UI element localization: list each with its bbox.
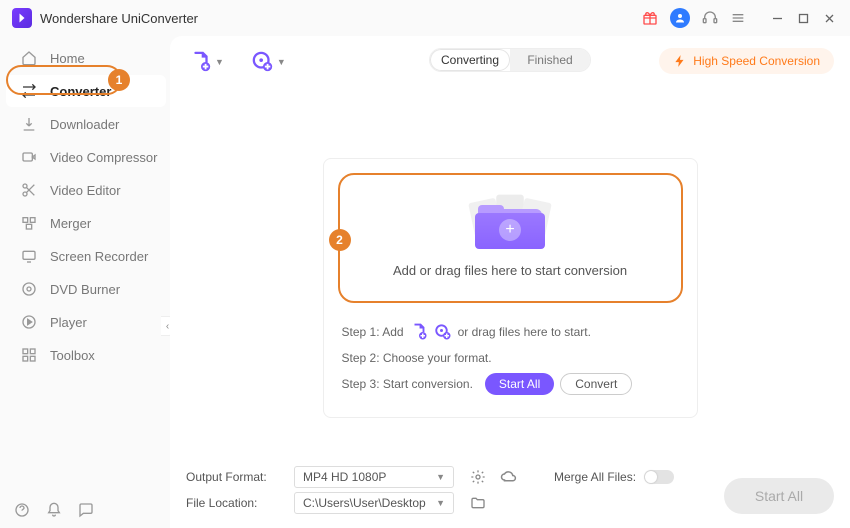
sidebar-item-label: Home bbox=[50, 51, 85, 66]
sidebar-item-player[interactable]: Player bbox=[0, 306, 170, 338]
window-maximize[interactable] bbox=[798, 13, 812, 24]
sidebar-item-label: Converter bbox=[50, 84, 111, 99]
chevron-down-icon: ▼ bbox=[436, 472, 445, 482]
drop-area[interactable]: 2 + Add or drag files here to start conv… bbox=[338, 173, 683, 303]
step2-text: Step 2: Choose your format. bbox=[342, 347, 492, 369]
sidebar-item-merger[interactable]: Merger bbox=[0, 207, 170, 239]
sidebar-item-toolbox[interactable]: Toolbox bbox=[0, 339, 170, 371]
sidebar-item-label: DVD Burner bbox=[50, 282, 120, 297]
chevron-down-icon: ▼ bbox=[215, 57, 224, 67]
compressor-icon bbox=[20, 148, 38, 166]
step3-text: Step 3: Start conversion. bbox=[342, 373, 473, 395]
tab-converting[interactable]: Converting bbox=[430, 49, 510, 71]
toolbox-icon bbox=[20, 346, 38, 364]
sidebar-item-label: Video Compressor bbox=[50, 150, 157, 165]
sidebar-item-label: Screen Recorder bbox=[50, 249, 148, 264]
chevron-down-icon: ▼ bbox=[277, 57, 286, 67]
gift-icon[interactable] bbox=[642, 10, 658, 26]
menu-icon[interactable] bbox=[730, 10, 746, 26]
app-logo bbox=[12, 8, 32, 28]
file-location-select[interactable]: C:\Users\User\Desktop ▼ bbox=[294, 492, 454, 514]
merger-icon bbox=[20, 214, 38, 232]
sidebar-item-label: Downloader bbox=[50, 117, 119, 132]
add-dvd-small-icon bbox=[434, 323, 452, 341]
footer-icons bbox=[14, 502, 94, 518]
merge-all-label: Merge All Files: bbox=[554, 470, 636, 484]
toolbar: ▼ ▼ Converting Finished High Speed Conve… bbox=[170, 36, 850, 88]
start-all-button[interactable]: Start All bbox=[724, 478, 834, 514]
sidebar-item-home[interactable]: Home bbox=[0, 42, 170, 74]
output-format-label: Output Format: bbox=[186, 470, 286, 484]
lightning-icon bbox=[673, 54, 687, 68]
support-icon[interactable] bbox=[702, 10, 718, 26]
output-format-select[interactable]: MP4 HD 1080P ▼ bbox=[294, 466, 454, 488]
feedback-icon[interactable] bbox=[78, 502, 94, 518]
status-tabs: Converting Finished bbox=[429, 48, 591, 72]
step1-prefix: Step 1: Add bbox=[342, 321, 404, 343]
add-file-button[interactable]: ▼ bbox=[186, 47, 228, 77]
scissors-icon bbox=[20, 181, 38, 199]
play-icon bbox=[20, 313, 38, 331]
settings-small-icon[interactable] bbox=[470, 469, 486, 485]
tab-finished[interactable]: Finished bbox=[510, 49, 590, 71]
help-icon[interactable] bbox=[14, 502, 30, 518]
sidebar-item-screen-recorder[interactable]: Screen Recorder bbox=[0, 240, 170, 272]
sidebar-item-dvd-burner[interactable]: DVD Burner bbox=[0, 273, 170, 305]
disc-icon bbox=[20, 280, 38, 298]
content-area: ▼ ▼ Converting Finished High Speed Conve… bbox=[170, 36, 850, 528]
start-all-small-button[interactable]: Start All bbox=[485, 373, 554, 395]
sidebar-item-video-editor[interactable]: Video Editor bbox=[0, 174, 170, 206]
chevron-down-icon: ▼ bbox=[436, 498, 445, 508]
sidebar-item-downloader[interactable]: Downloader bbox=[0, 108, 170, 140]
sidebar-item-converter[interactable]: Converter bbox=[6, 75, 166, 107]
sidebar-item-label: Player bbox=[50, 315, 87, 330]
app-title: Wondershare UniConverter bbox=[40, 11, 198, 26]
sidebar-item-video-compressor[interactable]: Video Compressor bbox=[0, 141, 170, 173]
sidebar: Home Converter Downloader Video Compress… bbox=[0, 36, 170, 528]
convert-small-button[interactable]: Convert bbox=[560, 373, 632, 395]
window-minimize[interactable] bbox=[772, 13, 786, 24]
window-close[interactable] bbox=[824, 13, 838, 24]
sidebar-item-label: Video Editor bbox=[50, 183, 121, 198]
cloud-icon[interactable] bbox=[500, 468, 518, 486]
open-folder-icon[interactable] bbox=[470, 495, 486, 511]
download-icon bbox=[20, 115, 38, 133]
add-dvd-button[interactable]: ▼ bbox=[248, 47, 290, 77]
high-speed-label: High Speed Conversion bbox=[693, 54, 820, 68]
sidebar-item-label: Merger bbox=[50, 216, 91, 231]
instruction-steps: Step 1: Add or drag files here to start.… bbox=[324, 313, 697, 403]
file-location-value: C:\Users\User\Desktop bbox=[303, 496, 426, 510]
notification-icon[interactable] bbox=[46, 502, 62, 518]
home-icon bbox=[20, 49, 38, 67]
recorder-icon bbox=[20, 247, 38, 265]
account-icon[interactable] bbox=[670, 8, 690, 28]
output-format-value: MP4 HD 1080P bbox=[303, 470, 386, 484]
folder-add-icon: + bbox=[475, 199, 545, 249]
drop-text: Add or drag files here to start conversi… bbox=[393, 263, 627, 278]
annotation-badge-2: 2 bbox=[329, 229, 351, 251]
sidebar-item-label: Toolbox bbox=[50, 348, 95, 363]
merge-all-toggle[interactable] bbox=[644, 470, 674, 484]
add-file-small-icon bbox=[410, 323, 428, 341]
high-speed-conversion-button[interactable]: High Speed Conversion bbox=[659, 48, 834, 74]
drop-card: 2 + Add or drag files here to start conv… bbox=[323, 158, 698, 418]
step1-suffix: or drag files here to start. bbox=[458, 321, 591, 343]
converter-icon bbox=[20, 82, 38, 100]
file-location-label: File Location: bbox=[186, 496, 286, 510]
annotation-badge-1: 1 bbox=[108, 69, 130, 91]
title-bar: Wondershare UniConverter bbox=[0, 0, 850, 36]
